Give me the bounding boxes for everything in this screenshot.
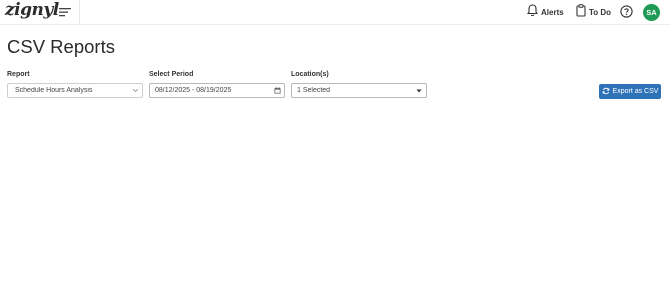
top-bar: zignyl Alerts To Do SA: [0, 0, 670, 25]
calendar-icon[interactable]: [270, 87, 284, 94]
locations-label: Location(s): [291, 71, 329, 78]
export-button-label: Export as CSV: [612, 88, 659, 95]
alerts-button[interactable]: Alerts: [526, 3, 564, 22]
logo-text: zignyl: [5, 0, 59, 20]
page-title: CSV Reports: [7, 36, 115, 57]
export-csv-button[interactable]: Export as CSV: [599, 84, 661, 99]
period-label: Select Period: [149, 71, 194, 78]
todo-button[interactable]: To Do: [576, 3, 612, 22]
period-value: 08/12/2025 - 08/19/2025: [155, 87, 232, 94]
report-select[interactable]: Schedule Hours Analysis: [7, 83, 143, 98]
locations-select[interactable]: 1 Selected: [291, 83, 427, 98]
bell-icon: [526, 3, 539, 22]
todo-label: To Do: [589, 8, 612, 17]
hamburger-menu-icon[interactable]: [58, 5, 73, 19]
chevron-down-icon: [128, 88, 142, 93]
locations-value: 1 Selected: [297, 87, 331, 94]
alerts-label: Alerts: [541, 8, 564, 17]
caret-down-icon: [412, 89, 426, 93]
user-avatar[interactable]: SA: [643, 4, 660, 21]
header-divider: [79, 0, 80, 25]
avatar-initials: SA: [646, 8, 657, 17]
report-label: Report: [7, 71, 30, 78]
refresh-icon: [602, 87, 610, 97]
question-circle-icon[interactable]: [620, 5, 633, 18]
clipboard-icon: [576, 3, 586, 22]
report-select-value: Schedule Hours Analysis: [15, 87, 93, 94]
period-date-range-input[interactable]: 08/12/2025 - 08/19/2025: [149, 83, 285, 98]
